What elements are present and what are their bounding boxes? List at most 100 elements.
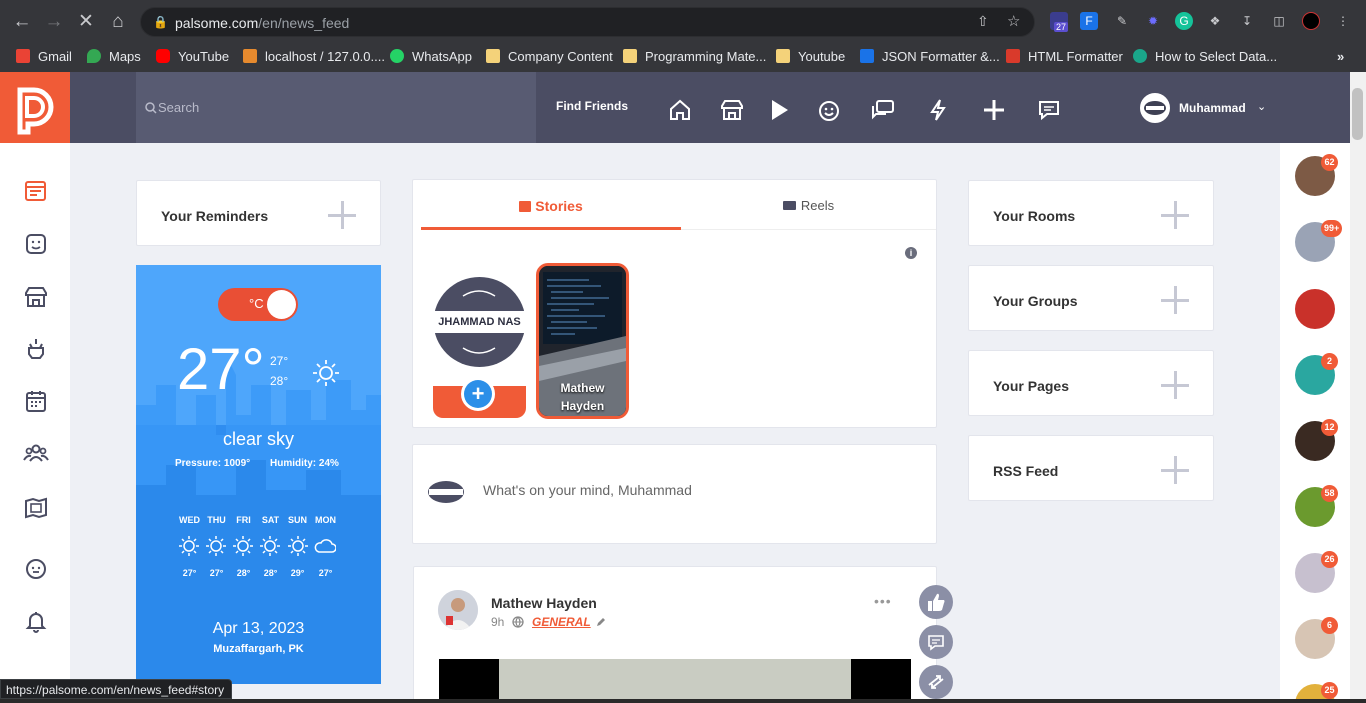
feed-post: Mathew Hayden 9h GENERAL ••• (413, 566, 937, 703)
back-icon[interactable]: ← (8, 8, 36, 36)
pokes-icon[interactable] (23, 555, 49, 581)
grammarly-icon[interactable]: G (1175, 12, 1193, 30)
tab-reels[interactable]: Reels (681, 180, 936, 230)
stories-tabs: Stories Reels (421, 180, 936, 230)
post-category-link[interactable]: GENERAL (532, 615, 591, 629)
lightning-icon[interactable] (925, 97, 951, 123)
horizontal-scrollbar[interactable] (0, 699, 1366, 703)
post-author-avatar[interactable] (438, 590, 478, 630)
share-button[interactable] (919, 665, 953, 699)
puzzle-icon[interactable]: ❖ (1206, 12, 1224, 30)
unread-count-badge: 62 (1321, 154, 1338, 171)
forecast-day-name: WED (179, 515, 200, 525)
comment-button[interactable] (919, 625, 953, 659)
forums-icon[interactable] (870, 97, 896, 123)
unit-toggle[interactable]: °C (218, 288, 298, 321)
forecast-day-temp: 27° (318, 568, 333, 578)
like-button[interactable] (919, 585, 953, 619)
news-feed-icon[interactable] (23, 178, 49, 204)
add-story-button[interactable]: + (461, 377, 495, 411)
messages-icon[interactable] (1036, 97, 1062, 123)
profile-avatar-icon[interactable] (1302, 12, 1320, 30)
bookmark-star-icon[interactable]: ☆ (1007, 12, 1020, 30)
bookmark-gmail[interactable]: Gmail (16, 47, 72, 67)
bell-icon[interactable] (23, 608, 49, 634)
pages-icon[interactable] (23, 495, 49, 521)
add-reminder-icon[interactable] (328, 201, 356, 229)
bookmark-html-formatter[interactable]: HTML Formatter (1006, 47, 1123, 67)
more-bookmarks-icon[interactable]: » (1337, 47, 1344, 67)
url-path: /en/news_feed (258, 15, 350, 31)
home-nav-icon[interactable] (667, 97, 693, 123)
find-friends-link[interactable]: Find Friends (556, 99, 628, 113)
post-media[interactable] (439, 659, 911, 703)
stop-loading-icon[interactable]: ✕ (72, 8, 100, 36)
user-menu[interactable]: Muhammad ⌄ (1140, 92, 1280, 124)
url-host: palsome.com (175, 15, 259, 31)
post-options-icon[interactable]: ••• (874, 593, 892, 609)
app-logo[interactable] (0, 72, 70, 143)
stickers-icon[interactable] (23, 231, 49, 257)
share-icon[interactable]: ⇧ (977, 13, 989, 30)
forward-icon[interactable]: → (40, 8, 68, 36)
low-temperature: 28° (270, 374, 289, 388)
kebab-menu-icon[interactable]: ⋮ (1334, 12, 1352, 30)
bookmark-maps[interactable]: Maps (87, 47, 141, 67)
marketplace-icon[interactable] (719, 97, 745, 123)
bookmark-company-content[interactable]: Company Content (486, 47, 613, 67)
contact-avatar[interactable] (1295, 289, 1335, 329)
plus-create-icon[interactable] (981, 97, 1007, 123)
create-story-card[interactable]: JHAMMAD NAS + (433, 266, 526, 418)
rooms-title: Your Rooms (993, 208, 1076, 224)
unit-label: °C (249, 296, 264, 311)
add-room-icon[interactable] (1161, 201, 1189, 229)
download-icon[interactable]: ↧ (1238, 12, 1256, 30)
unread-count-badge: 58 (1321, 485, 1338, 502)
search-input[interactable]: Search (136, 72, 536, 143)
tab-stories[interactable]: Stories (421, 180, 681, 230)
groups-icon[interactable] (23, 440, 49, 466)
bookmark-youtube-folder[interactable]: Youtube (776, 47, 845, 67)
page-scrollbar[interactable] (1350, 72, 1366, 703)
add-group-icon[interactable] (1161, 286, 1189, 314)
html-icon (1006, 49, 1020, 63)
sun-icon (288, 536, 308, 556)
smile-icon[interactable] (816, 97, 842, 123)
address-bar[interactable]: 🔒 palsome.com/en/news_feed ⇧ ☆ (140, 7, 1035, 37)
add-rss-icon[interactable] (1161, 456, 1189, 484)
unread-count-badge: 25 (1321, 682, 1338, 699)
games-icon[interactable] (23, 336, 49, 362)
bookmark-whatsapp[interactable]: WhatsApp (390, 47, 472, 67)
add-page-icon[interactable] (1161, 371, 1189, 399)
post-author-name[interactable]: Mathew Hayden (491, 595, 597, 611)
shop-icon[interactable] (23, 284, 49, 310)
scrollbar-thumb[interactable] (1352, 88, 1363, 140)
composer-avatar (427, 473, 465, 511)
high-temperature: 27° (270, 354, 289, 368)
gear-extension-icon[interactable]: ✹ (1144, 12, 1162, 30)
bookmark-youtube[interactable]: YouTube (156, 47, 229, 67)
play-video-icon[interactable] (766, 97, 792, 123)
pages-card: Your Pages (968, 350, 1214, 416)
bookmark-programming[interactable]: Programming Mate... (623, 47, 766, 67)
whatsapp-icon (390, 49, 404, 63)
bookmark-json-formatter[interactable]: JSON Formatter &... (860, 47, 1000, 67)
rooms-card: Your Rooms (968, 180, 1214, 246)
pencil-icon[interactable] (595, 616, 607, 628)
sun-icon (233, 536, 253, 556)
folder-icon (623, 49, 637, 63)
story-card[interactable]: Mathew Hayden (536, 263, 629, 419)
translate-extension-icon[interactable]: F (1080, 12, 1098, 30)
side-panel-icon[interactable]: ◫ (1270, 12, 1288, 30)
thumbs-up-icon (928, 593, 945, 611)
calendar-icon[interactable] (23, 388, 49, 414)
video-camera-icon (782, 201, 796, 210)
weather-condition: clear sky (222, 429, 294, 449)
post-composer[interactable]: What's on your mind, Muhammad (412, 444, 937, 544)
home-icon[interactable]: ⌂ (104, 8, 132, 36)
pen-extension-icon[interactable]: ✎ (1113, 12, 1131, 30)
bookmark-select-data[interactable]: How to Select Data... (1133, 47, 1277, 67)
bookmark-localhost[interactable]: localhost / 127.0.0.... (243, 47, 385, 67)
lock-icon: 🔒 (153, 15, 168, 29)
info-icon[interactable]: i (905, 247, 917, 259)
